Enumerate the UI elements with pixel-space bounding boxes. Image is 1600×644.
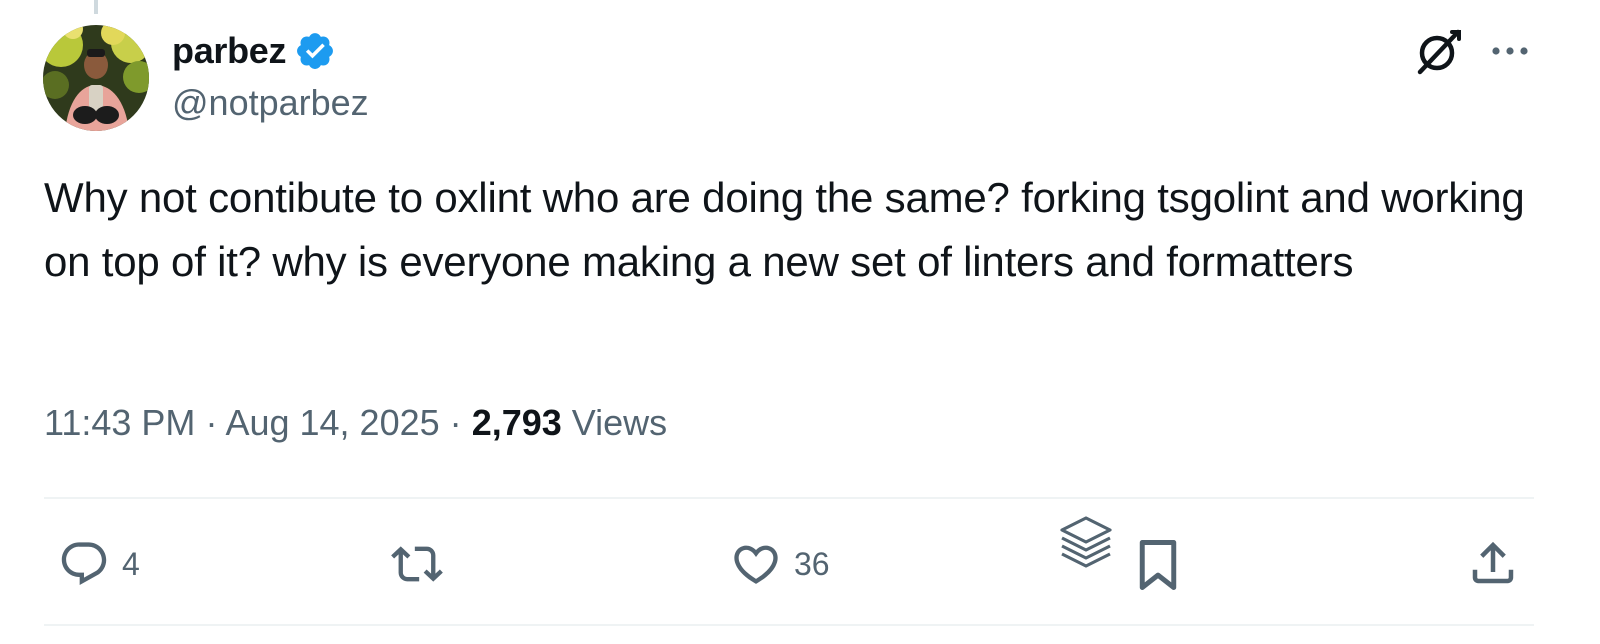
thread-connector-line <box>94 0 98 14</box>
reply-button[interactable]: 4 <box>56 538 140 590</box>
share-icon <box>1472 541 1514 584</box>
like-button[interactable]: 36 <box>728 538 830 590</box>
tweet-date[interactable]: Aug 14, 2025 <box>225 402 439 443</box>
tweet-meta: 11:43 PM · Aug 14, 2025 · 2,793 Views <box>44 402 667 444</box>
tweet-text: Why not contibute to oxlint who are doin… <box>44 174 1525 285</box>
grok-analyze-button[interactable] <box>1058 514 1114 572</box>
verified-badge-icon[interactable] <box>294 30 336 72</box>
divider <box>44 497 1534 499</box>
reply-count: 4 <box>122 545 140 582</box>
views-count[interactable]: 2,793 <box>472 402 562 443</box>
heart-icon <box>734 545 778 584</box>
layers-icon <box>1060 516 1112 568</box>
grok-icon[interactable] <box>1412 26 1464 78</box>
avatar[interactable] <box>43 25 149 131</box>
divider <box>44 624 1534 626</box>
retweet-icon <box>391 546 443 582</box>
share-button[interactable] <box>1466 536 1520 590</box>
views-label[interactable]: Views <box>572 402 667 443</box>
like-count: 36 <box>794 545 830 582</box>
bookmark-button[interactable] <box>1134 538 1182 592</box>
author-display-name[interactable]: parbez <box>172 30 287 72</box>
avatar-image <box>43 25 149 131</box>
meta-separator: · <box>205 402 218 443</box>
retweet-button[interactable] <box>387 538 457 590</box>
tweet-time[interactable]: 11:43 PM <box>44 402 195 443</box>
author-name-row: parbez <box>172 28 336 74</box>
bookmark-icon <box>1139 540 1177 590</box>
author-handle[interactable]: @notparbez <box>172 82 369 124</box>
meta-separator: · <box>449 402 462 443</box>
more-icon[interactable] <box>1488 36 1532 66</box>
reply-icon <box>61 542 107 585</box>
